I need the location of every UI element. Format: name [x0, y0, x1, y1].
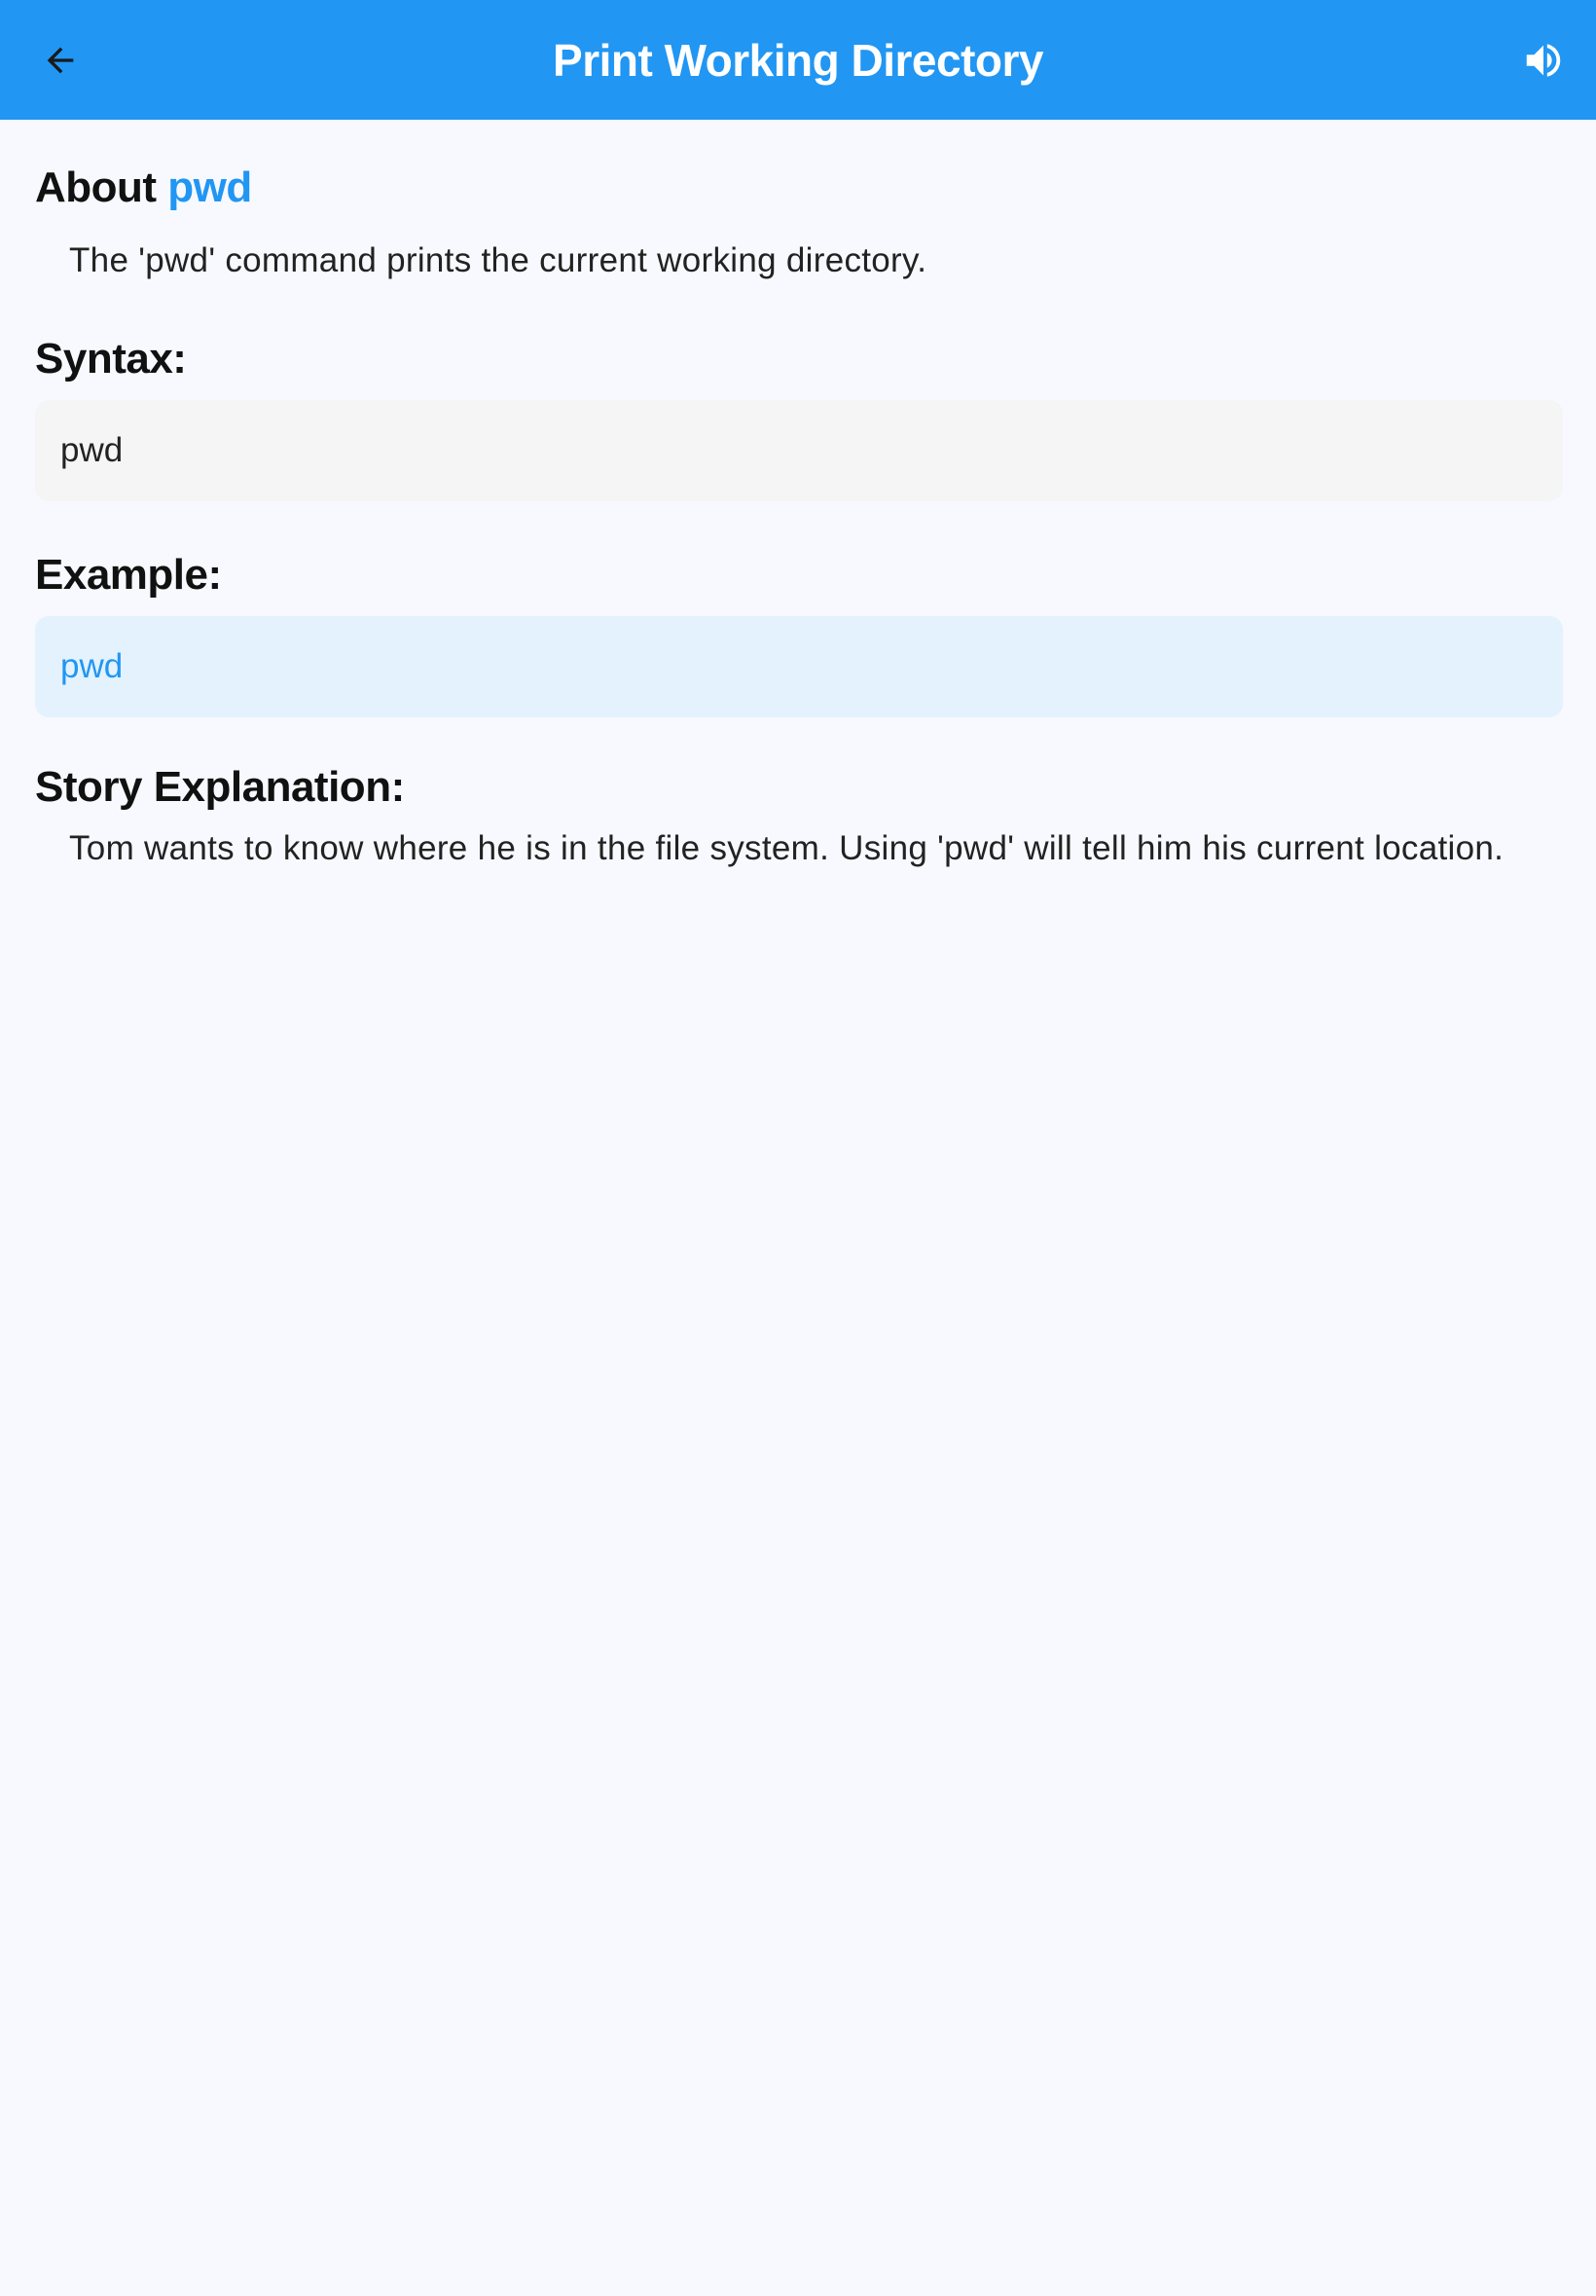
about-heading-prefix: About	[35, 164, 157, 211]
about-command: pwd	[167, 164, 252, 211]
example-code: pwd	[60, 647, 124, 685]
story-heading: Story Explanation:	[35, 763, 405, 811]
syntax-code-box: pwd	[35, 400, 1563, 501]
syntax-code: pwd	[60, 431, 124, 469]
arrow-left-icon	[47, 47, 74, 74]
about-description: The 'pwd' command prints the current wor…	[69, 241, 927, 279]
story-explanation: Tom wants to know where he is in the fil…	[69, 829, 1505, 867]
example-code-box: pwd	[35, 616, 1563, 717]
main-content: About pwd The 'pwd' command prints the c…	[35, 120, 1563, 873]
back-button[interactable]	[29, 29, 91, 91]
about-heading: About pwd	[35, 161, 1563, 215]
syntax-heading: Syntax:	[35, 335, 187, 383]
page-title: Print Working Directory	[553, 34, 1043, 86]
speak-button[interactable]	[1512, 29, 1575, 91]
app-bar: Print Working Directory	[0, 0, 1596, 120]
volume-up-icon	[1526, 44, 1561, 77]
example-heading: Example:	[35, 551, 222, 599]
